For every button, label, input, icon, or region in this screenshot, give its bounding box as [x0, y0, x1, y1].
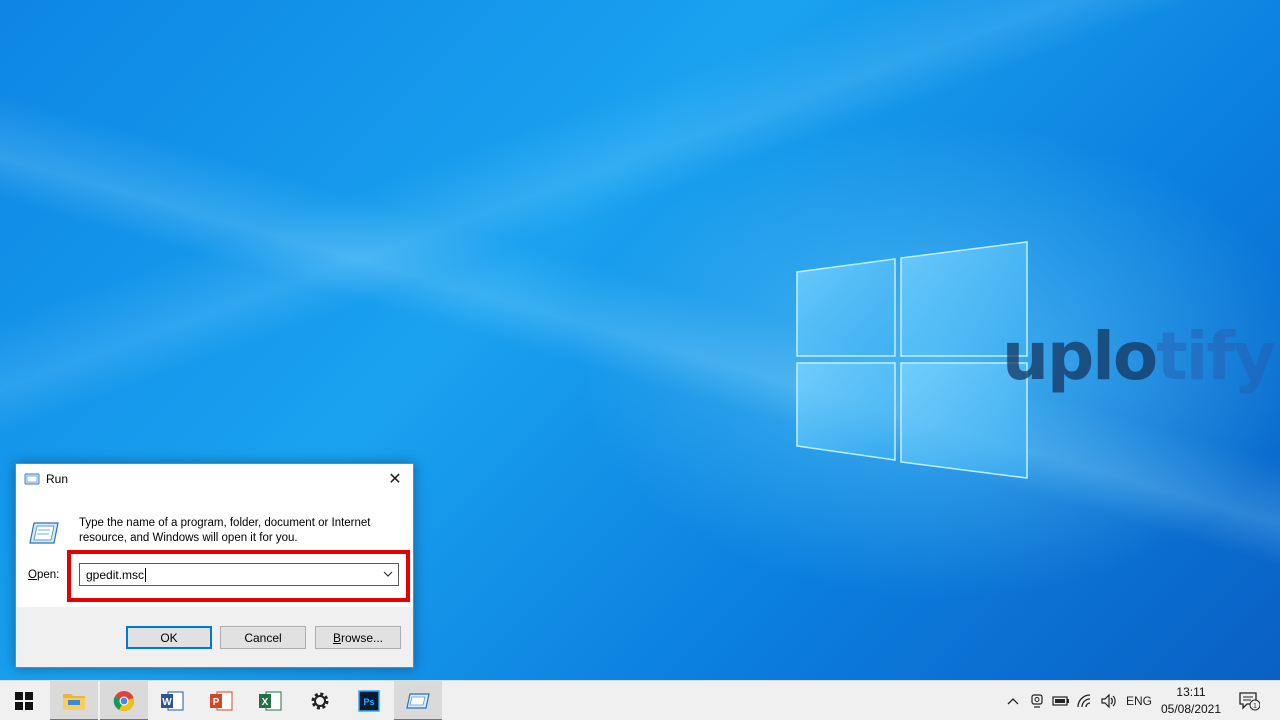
show-hidden-icons[interactable]	[1002, 681, 1024, 720]
ok-button[interactable]: OK	[126, 626, 212, 649]
language-indicator: ENG	[1125, 694, 1152, 708]
open-label-accel: O	[28, 569, 37, 581]
taskbar-word[interactable]: W	[148, 681, 196, 720]
watermark-main-text: uplo	[1002, 318, 1158, 395]
close-button[interactable]: ✕	[377, 464, 413, 494]
action-center-button[interactable]: 1	[1234, 681, 1264, 720]
excel-icon: X	[259, 691, 282, 711]
run-dialog-title: Run	[46, 472, 69, 486]
run-app-icon	[29, 522, 59, 544]
clock-time: 13:11	[1176, 685, 1206, 699]
notification-icon: 1	[1239, 692, 1260, 711]
run-title-icon	[24, 473, 40, 485]
watermark-fade-text: tify	[1156, 318, 1276, 395]
cancel-button[interactable]: Cancel	[220, 626, 306, 649]
taskbar-photoshop[interactable]: Ps	[345, 681, 393, 720]
wifi-icon	[1077, 694, 1091, 708]
word-icon: W	[161, 691, 184, 711]
open-label-rest: pen:	[36, 569, 60, 581]
notification-count: 1	[1253, 703, 1257, 710]
tray-meet-now[interactable]	[1026, 681, 1048, 720]
settings-icon	[311, 692, 329, 710]
text-cursor	[145, 567, 147, 582]
tray-language[interactable]: ENG	[1122, 681, 1156, 720]
browse-button[interactable]: Browse...	[315, 626, 401, 649]
battery-icon	[1052, 696, 1069, 706]
run-dialog-titlebar[interactable]: Run ✕	[16, 464, 413, 494]
open-label: Open:	[28, 569, 59, 581]
tray-network[interactable]	[1074, 681, 1096, 720]
run-app-icon	[406, 693, 430, 709]
svg-text:P: P	[213, 697, 220, 708]
photoshop-icon: Ps	[358, 690, 380, 712]
start-icon	[15, 692, 33, 710]
run-description: Type the name of a program, folder, docu…	[79, 517, 371, 544]
taskbar-excel[interactable]: X	[246, 681, 294, 720]
open-input-value[interactable]: gpedit.msc	[86, 568, 144, 582]
chevron-down-icon[interactable]	[382, 568, 394, 580]
windows-logo-wallpaper	[796, 241, 1028, 479]
tray-battery[interactable]	[1050, 681, 1072, 720]
browse-accel: B	[332, 630, 341, 645]
taskbar-settings[interactable]	[296, 681, 344, 720]
powerpoint-icon: P	[210, 691, 233, 711]
file-explorer-icon	[63, 694, 85, 710]
svg-text:Ps: Ps	[363, 697, 374, 707]
run-dialog-footer: OK Cancel Browse...	[16, 607, 413, 667]
browse-button-label: rowse...	[341, 630, 384, 645]
speaker-icon	[1101, 693, 1116, 709]
taskbar-chrome[interactable]	[100, 681, 148, 720]
taskbar-powerpoint[interactable]: P	[197, 681, 245, 720]
webcam-icon	[1031, 694, 1043, 708]
taskbar: W P X Ps ENG 13:11 05/08/2021 1	[0, 680, 1280, 720]
run-dialog-body: Type the name of a program, folder, docu…	[16, 494, 413, 607]
svg-text:W: W	[162, 697, 172, 708]
run-dialog: Run ✕ Type the name of a program, folder…	[15, 463, 414, 668]
cancel-button-label: Cancel	[244, 630, 282, 645]
taskbar-run[interactable]	[394, 681, 442, 720]
ok-button-label: OK	[160, 630, 178, 645]
close-icon: ✕	[388, 471, 402, 488]
clock-date: 05/08/2021	[1160, 702, 1222, 716]
start-button[interactable]	[0, 681, 48, 720]
taskbar-file-explorer[interactable]	[50, 681, 98, 720]
svg-text:X: X	[262, 697, 269, 708]
chrome-icon	[113, 691, 134, 712]
uplotify-watermark: uplotify	[1002, 318, 1276, 395]
tray-volume[interactable]	[1098, 681, 1120, 720]
chevron-up-icon	[1007, 698, 1019, 705]
open-combobox[interactable]: gpedit.msc	[79, 563, 399, 586]
taskbar-clock[interactable]: 13:11 05/08/2021	[1158, 684, 1224, 718]
